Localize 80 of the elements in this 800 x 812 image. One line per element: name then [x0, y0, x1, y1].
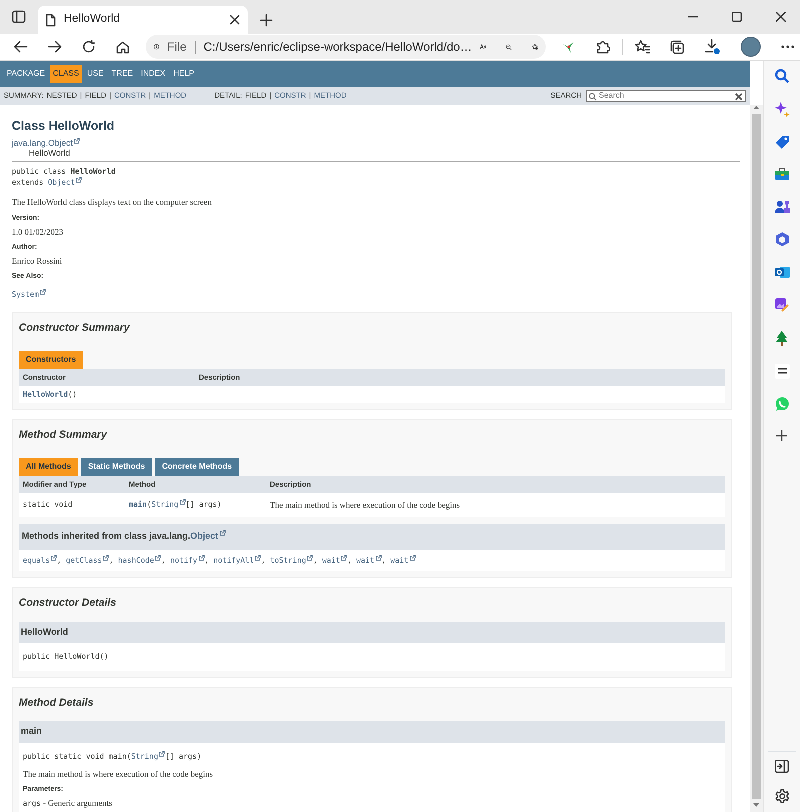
external-link-icon [180, 499, 186, 506]
maximize-icon[interactable] [732, 12, 742, 22]
browser-tab[interactable]: HelloWorld [38, 6, 248, 34]
table-tab[interactable]: Constructors [19, 350, 84, 369]
class-description: The HelloWorld class displays text on the computer screen [12, 196, 212, 207]
external-link-icon [51, 554, 58, 561]
download-icon[interactable] [705, 39, 721, 55]
favorites-icon[interactable] [635, 40, 650, 54]
external-link-icon [341, 554, 348, 561]
sparkle-icon[interactable] [774, 102, 790, 117]
music-app-icon[interactable] [774, 364, 790, 379]
tree-icon[interactable] [775, 331, 789, 346]
section-heading: Method Summary [19, 428, 108, 444]
profile-avatar[interactable] [741, 37, 761, 57]
search-icon[interactable] [774, 69, 790, 84]
external-link-icon [410, 554, 416, 561]
table-cell: The main method is where execution of the code begins [270, 500, 460, 510]
class-name: HelloWorld [29, 148, 70, 158]
scrollbar[interactable] [750, 105, 763, 812]
tab-actions-icon[interactable] [12, 10, 26, 24]
people-icon[interactable] [774, 199, 790, 214]
tag-value: 1.0 01/02/2023 [12, 226, 64, 237]
external-link-icon [198, 554, 205, 561]
scrollbar-thumb[interactable] [752, 114, 761, 799]
bird-icon[interactable] [562, 41, 576, 53]
nav-tab[interactable]: HELP [170, 65, 198, 83]
inherited-heading: Methods inherited from class java.lang.Object [22, 531, 226, 542]
forward-icon[interactable] [48, 41, 62, 53]
superclass-link[interactable]: java.lang.Object [12, 138, 80, 148]
external-link-icon [220, 530, 226, 536]
tag-icon[interactable] [774, 135, 790, 150]
external-link-icon [103, 554, 110, 561]
superclass-link[interactable]: Object [190, 531, 226, 542]
search-field[interactable]: Search [586, 90, 746, 102]
back-icon[interactable] [14, 41, 28, 53]
nav-tab[interactable]: USE [84, 65, 107, 83]
external-link-icon [76, 176, 82, 183]
external-link-icon [155, 554, 162, 561]
member-heading: HelloWorld [19, 622, 725, 644]
nav-tab[interactable]: CLASS [50, 65, 82, 83]
external-link-icon [74, 138, 80, 144]
sidebar-toggle-icon[interactable] [775, 760, 789, 773]
scroll-down-icon[interactable] [753, 803, 760, 808]
nav-tab[interactable]: INDEX [138, 65, 169, 83]
more-icon[interactable] [781, 45, 795, 49]
external-link-icon [376, 554, 382, 561]
member-description: The main method is where execution of the code begins [23, 769, 214, 779]
home-icon[interactable] [116, 40, 130, 54]
settings-icon[interactable] [774, 789, 790, 804]
class-title: Class HelloWorld [12, 118, 116, 135]
close-icon[interactable] [776, 12, 786, 22]
hexagon-icon[interactable] [774, 232, 790, 247]
table-tab[interactable]: Concrete Methods [155, 458, 240, 476]
section-heading: Constructor Details [19, 596, 118, 611]
address-bar[interactable]: File C:/Users/enric/eclipse-workspace/HelloWorld/do… [146, 35, 546, 59]
nav-tab[interactable]: TREE [108, 65, 136, 83]
tag-value: Enrico Rossini [12, 256, 62, 266]
search-icon [589, 93, 597, 101]
new-tab-icon[interactable] [260, 14, 272, 26]
edit-image-icon[interactable] [774, 298, 790, 313]
external-link-icon [255, 554, 262, 561]
briefcase-icon[interactable] [774, 168, 790, 181]
nav-tab[interactable]: PACKAGE [4, 65, 48, 83]
extensions-icon[interactable] [596, 40, 610, 54]
close-icon[interactable] [230, 15, 240, 25]
external-link-icon [159, 750, 166, 757]
section-heading: Constructor Summary [19, 321, 132, 336]
mail-icon[interactable] [774, 265, 790, 280]
table-tab[interactable]: All Methods [19, 458, 78, 476]
external-link-icon [307, 554, 314, 561]
add-icon[interactable] [776, 430, 788, 442]
external-link-icon [40, 288, 46, 295]
collections-icon[interactable] [670, 40, 685, 54]
refresh-icon[interactable] [82, 40, 96, 54]
section-heading: Method Details [19, 696, 95, 710]
clear-icon[interactable] [735, 93, 743, 101]
member-heading: main [19, 721, 725, 743]
table-tab[interactable]: Static Methods [81, 458, 152, 476]
scroll-up-icon[interactable] [753, 105, 760, 110]
page-icon [46, 14, 56, 26]
